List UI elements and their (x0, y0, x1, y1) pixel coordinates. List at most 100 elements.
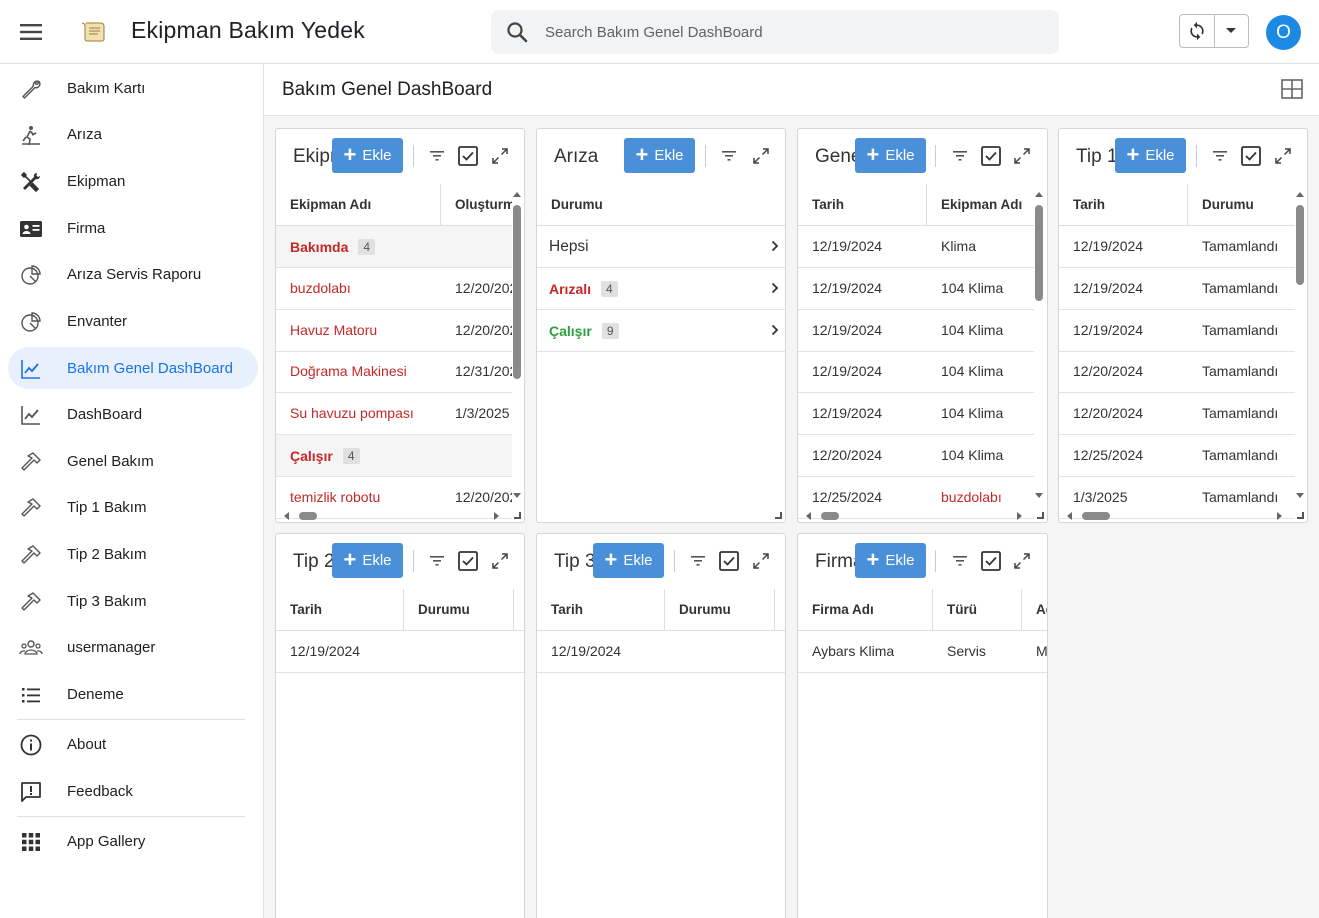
table-row[interactable]: 12/20/2024 Tamamlandı (1059, 393, 1295, 435)
add-button[interactable]: + Ekle (593, 543, 664, 578)
sidebar-item-bakim-karti[interactable]: Bakım Kartı (8, 67, 258, 109)
sidebar-item-ekipman[interactable]: Ekipman (8, 160, 258, 202)
horizontal-scrollbar[interactable] (299, 512, 317, 520)
menu-icon[interactable] (14, 17, 48, 47)
user-avatar[interactable]: O (1266, 15, 1301, 50)
table-row[interactable]: Doğrama Makinesi 12/31/2024 (276, 351, 512, 393)
scroll-left-arrow[interactable] (806, 512, 811, 520)
expand-icon[interactable] (749, 549, 773, 573)
scroll-left-arrow[interactable] (1067, 512, 1072, 520)
filter-icon[interactable] (425, 549, 449, 573)
scroll-down-arrow[interactable] (1035, 493, 1043, 498)
add-button[interactable]: + Ekle (855, 543, 926, 578)
column-header[interactable]: Durumu (537, 184, 785, 226)
column-header[interactable]: Türü (933, 589, 1022, 631)
table-row[interactable]: 12/19/2024 (537, 631, 785, 673)
scroll-down-arrow[interactable] (1296, 493, 1304, 498)
resize-handle[interactable] (775, 512, 782, 519)
add-button[interactable]: + Ekle (332, 543, 403, 578)
table-row[interactable]: 12/19/2024 104 Klima (798, 310, 1034, 352)
sidebar-item-usermanager[interactable]: usermanager (8, 626, 258, 668)
column-header[interactable]: Oluşturma (441, 184, 512, 226)
list-item-calisir[interactable]: Çalışır 9 (537, 310, 785, 352)
list-item-arizali[interactable]: Arızalı 4 (537, 268, 785, 310)
horizontal-scrollbar[interactable] (821, 512, 839, 520)
column-header[interactable]: Tarih (276, 589, 404, 631)
table-row[interactable]: 12/20/2024 Tamamlandı (1059, 351, 1295, 393)
sidebar-item-firma[interactable]: Firma (8, 207, 258, 249)
table-row[interactable]: 12/19/2024 Klima (798, 226, 1034, 268)
scroll-left-arrow[interactable] (284, 512, 289, 520)
sidebar-item-tip3-bakim[interactable]: Tip 3 Bakım (8, 580, 258, 622)
expand-icon[interactable] (488, 549, 512, 573)
scroll-right-arrow[interactable] (1017, 512, 1022, 520)
column-header[interactable]: Ekipman Adı (276, 184, 441, 226)
sidebar-item-app-gallery[interactable]: App Gallery (8, 820, 258, 862)
scroll-right-arrow[interactable] (1277, 512, 1282, 520)
filter-icon[interactable] (717, 144, 741, 168)
filter-icon[interactable] (948, 144, 972, 168)
table-row[interactable]: 12/19/2024 Tamamlandı (1059, 226, 1295, 268)
filter-icon[interactable] (948, 549, 972, 573)
checkbox-icon[interactable] (979, 144, 1003, 168)
vertical-scrollbar[interactable] (1035, 205, 1043, 301)
table-row[interactable]: buzdolabı 12/20/2024 (276, 268, 512, 310)
table-row[interactable]: Su havuzu pompası 1/3/2025 (276, 393, 512, 435)
table-row[interactable]: 12/19/2024 104 Klima (798, 268, 1034, 310)
add-button[interactable]: + Ekle (1115, 138, 1186, 173)
scroll-right-arrow[interactable] (494, 512, 499, 520)
sidebar-item-genel-bakim[interactable]: Genel Bakım (8, 440, 258, 482)
sidebar-item-tip2-bakim[interactable]: Tip 2 Bakım (8, 533, 258, 575)
checkbox-icon[interactable] (717, 549, 741, 573)
table-row[interactable]: Aybars Klima Servis M (798, 631, 1047, 673)
list-item-hepsi[interactable]: Hepsi (537, 226, 785, 268)
sidebar-item-ariza[interactable]: Arıza (8, 113, 258, 155)
horizontal-scrollbar[interactable] (1082, 512, 1110, 520)
group-row[interactable]: Bakımda 4 (276, 226, 512, 268)
column-header[interactable]: Durumu (1188, 184, 1295, 226)
add-button[interactable]: + Ekle (624, 138, 695, 173)
resize-handle[interactable] (514, 512, 521, 519)
scroll-up-arrow[interactable] (513, 192, 521, 197)
checkbox-icon[interactable] (979, 549, 1003, 573)
table-row[interactable]: 12/19/2024 104 Klima (798, 393, 1034, 435)
column-header[interactable]: Tarih (798, 184, 927, 226)
expand-icon[interactable] (1010, 144, 1034, 168)
checkbox-icon[interactable] (456, 144, 480, 168)
table-row[interactable]: Havuz Matoru 12/20/2024 (276, 310, 512, 352)
column-header[interactable]: Tarih (537, 589, 665, 631)
expand-icon[interactable] (1010, 549, 1034, 573)
checkbox-icon[interactable] (456, 549, 480, 573)
sidebar-item-tip1-bakim[interactable]: Tip 1 Bakım (8, 486, 258, 528)
sync-dropdown-button[interactable] (1213, 15, 1248, 47)
resize-handle[interactable] (1037, 512, 1044, 519)
sidebar-item-deneme[interactable]: Deneme (8, 673, 258, 715)
filter-icon[interactable] (686, 549, 710, 573)
scroll-up-arrow[interactable] (1035, 192, 1043, 197)
column-header[interactable]: Tarih (1059, 184, 1188, 226)
checkbox-icon[interactable] (1239, 144, 1263, 168)
table-row[interactable]: 12/20/2024 104 Klima (798, 435, 1034, 477)
table-row[interactable]: 12/19/2024 Tamamlandı (1059, 268, 1295, 310)
filter-icon[interactable] (425, 144, 449, 168)
expand-icon[interactable] (488, 144, 512, 168)
column-header[interactable]: Durumu (665, 589, 775, 631)
search-input[interactable] (545, 10, 1045, 54)
expand-icon[interactable] (1271, 144, 1295, 168)
sync-button[interactable] (1180, 15, 1214, 47)
sidebar-item-dashboard[interactable]: DashBoard (8, 393, 258, 435)
scroll-down-arrow[interactable] (513, 493, 521, 498)
vertical-scrollbar[interactable] (1296, 205, 1304, 285)
expand-icon[interactable] (749, 144, 773, 168)
sidebar-item-ariza-servis-raporu[interactable]: Arıza Servis Raporu (8, 253, 258, 295)
table-row[interactable]: 12/19/2024 (276, 631, 524, 673)
add-button[interactable]: + Ekle (855, 138, 926, 173)
add-button[interactable]: + Ekle (332, 138, 403, 173)
search-bar[interactable] (491, 10, 1059, 54)
scroll-up-arrow[interactable] (1296, 192, 1304, 197)
table-row[interactable]: 12/25/2024 Tamamlandı (1059, 435, 1295, 477)
column-header[interactable]: Firma Adı (798, 589, 933, 631)
column-header[interactable]: Adres (1022, 589, 1047, 631)
sidebar-item-bakim-genel-dashboard[interactable]: Bakım Genel DashBoard (8, 347, 258, 389)
vertical-scrollbar[interactable] (513, 205, 521, 379)
